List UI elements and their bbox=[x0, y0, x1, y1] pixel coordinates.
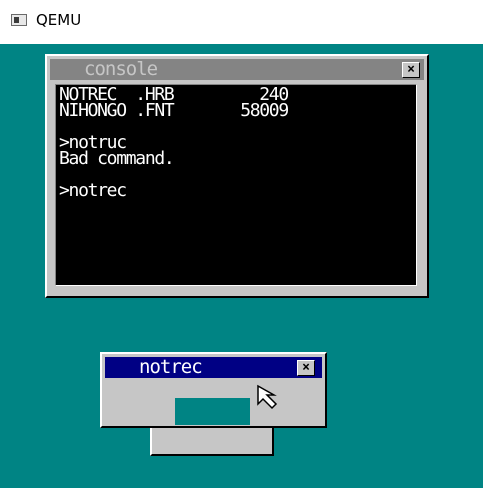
qemu-titlebar: QEMU bbox=[0, 0, 483, 44]
app-title: QEMU bbox=[36, 11, 82, 29]
close-icon: × bbox=[407, 62, 415, 77]
console-window[interactable]: console × NOTREC .HRB 240 NIHONGO .FNT 5… bbox=[45, 54, 429, 298]
notrec-close-button[interactable]: × bbox=[297, 360, 315, 376]
console-prompt-line: >notrec bbox=[59, 180, 127, 201]
console-output[interactable]: NOTREC .HRB 240 NIHONGO .FNT 58009 >notr… bbox=[55, 84, 417, 286]
console-line: NIHONGO .FNT 58009 bbox=[59, 100, 289, 121]
notrec-transparent-area bbox=[175, 398, 250, 425]
console-title: console bbox=[84, 58, 158, 80]
notrec-window-lower-panel bbox=[150, 426, 274, 456]
notrec-window[interactable]: notrec × bbox=[100, 352, 327, 428]
notrec-titlebar[interactable]: notrec × bbox=[105, 357, 322, 378]
close-icon: × bbox=[302, 360, 310, 375]
qemu-window-icon bbox=[11, 14, 27, 26]
notrec-title: notrec bbox=[139, 356, 203, 378]
mouse-pointer-icon bbox=[257, 384, 278, 410]
emulator-screen[interactable]: console × NOTREC .HRB 240 NIHONGO .FNT 5… bbox=[0, 44, 483, 488]
console-close-button[interactable]: × bbox=[402, 62, 420, 78]
console-line: Bad command. bbox=[59, 148, 175, 169]
console-titlebar[interactable]: console × bbox=[50, 59, 424, 80]
